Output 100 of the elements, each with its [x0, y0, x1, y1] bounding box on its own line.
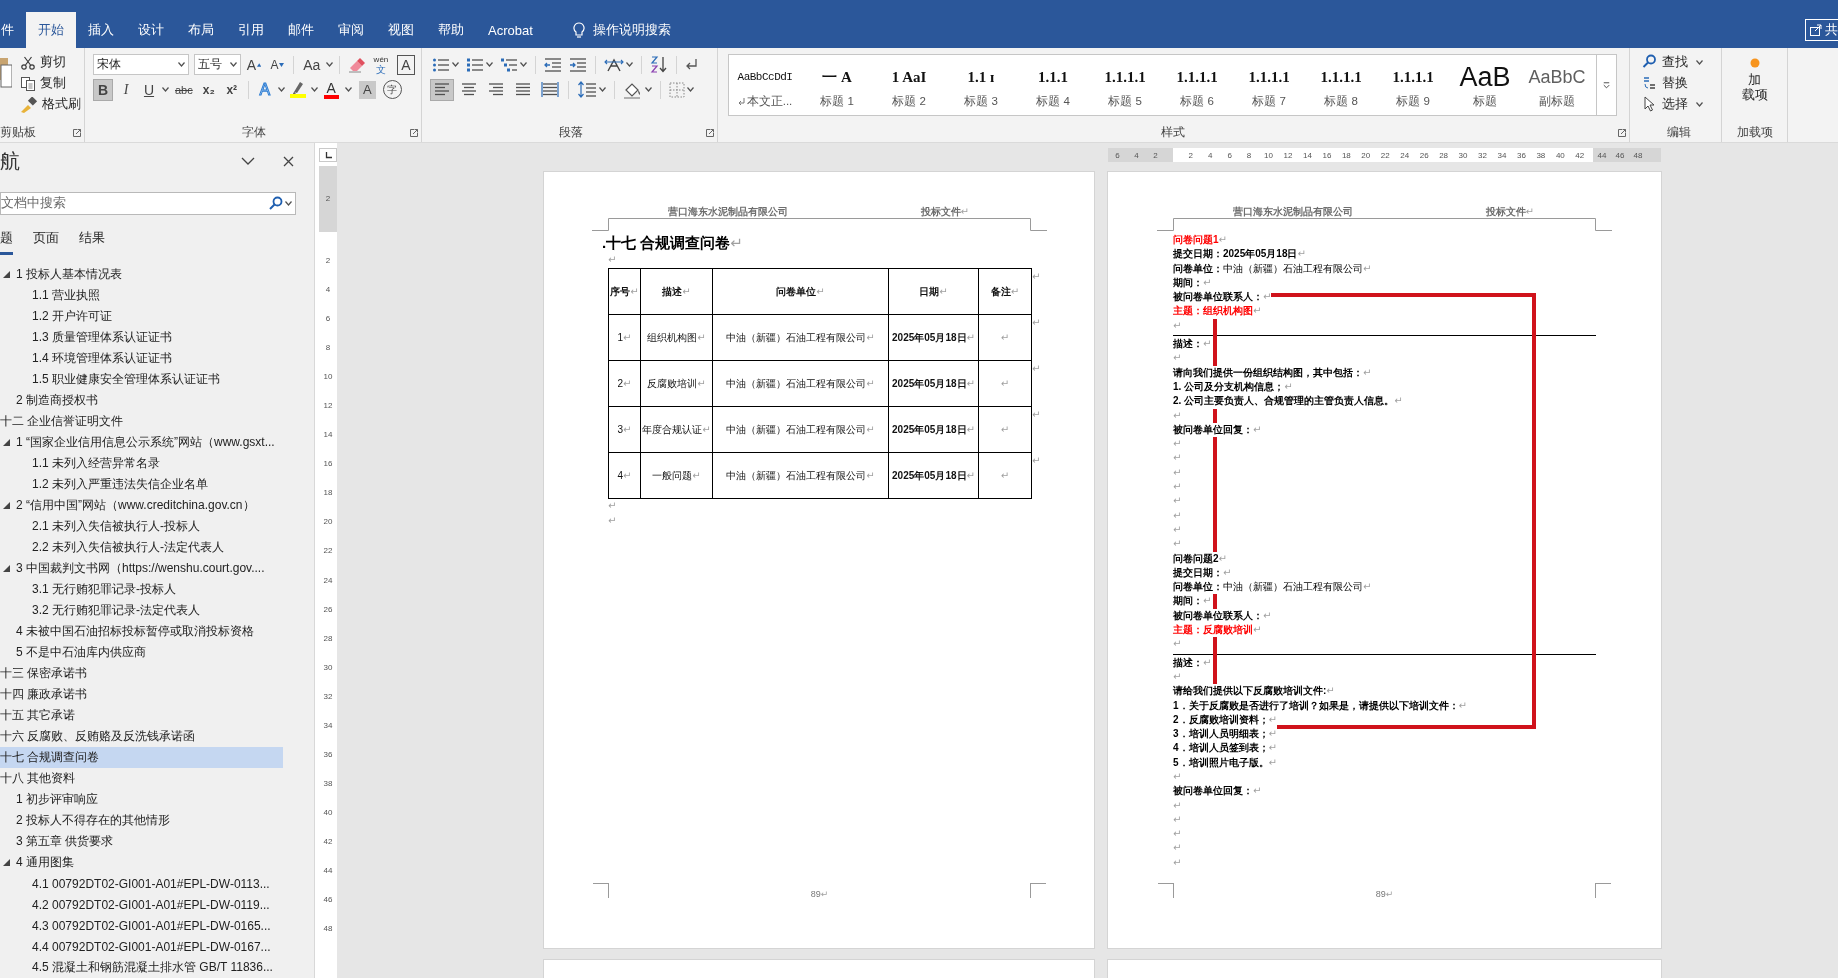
style-item[interactable]: 一 A 标题 1 [801, 55, 873, 115]
outline-item[interactable]: 2 投标人不得存在的其他情形 [0, 810, 283, 831]
ribbon-tab[interactable]: 视图 [376, 12, 426, 48]
superscript-button[interactable]: x² [221, 78, 242, 101]
outline-item[interactable]: 1.1 营业执照 [0, 285, 283, 306]
caret-icon[interactable] [178, 62, 186, 67]
outline-item[interactable]: 4 通用图集 [0, 852, 283, 873]
close-icon[interactable] [283, 156, 294, 168]
font-name-field[interactable]: 宋体 [93, 54, 190, 75]
subscript-button[interactable]: x₂ [198, 78, 219, 101]
text-arrows-icon[interactable] [604, 56, 624, 73]
style-item[interactable]: 1.1.1.1 标题 8 [1305, 55, 1377, 115]
ribbon-tab[interactable]: 插入 [76, 12, 126, 48]
outline-item[interactable]: 4.1 00792DT02-GI001-A01#EPL-DW-0113... [0, 873, 283, 894]
caret-icon[interactable] [452, 62, 459, 67]
ribbon-tab[interactable]: 设计 [126, 12, 176, 48]
find-button[interactable]: 查找 [1642, 52, 1715, 72]
dialog-launcher-icon[interactable] [73, 129, 81, 137]
outline-item[interactable]: 1.4 环境管理体系认证证书 [0, 348, 283, 369]
tell-me-search[interactable]: 操作说明搜索 [566, 12, 677, 48]
search-field[interactable]: 文档中搜索 [1, 196, 269, 211]
caret-icon[interactable] [626, 62, 633, 67]
character-border-button[interactable]: A [397, 54, 415, 75]
outline-item[interactable]: 4.2 00792DT02-GI001-A01#EPL-DW-0119... [0, 894, 283, 915]
outline-item[interactable]: 十六 反腐败、反贿赂及反洗钱承诺函 [0, 726, 283, 747]
style-item[interactable]: 1 AaI 标题 2 [873, 55, 945, 115]
outline-item[interactable]: 十四 廉政承诺书 [0, 684, 283, 705]
outline-item[interactable]: 4.3 00792DT02-GI001-A01#EPL-DW-0165... [0, 915, 283, 936]
caret-icon[interactable] [285, 200, 292, 206]
caret-icon[interactable] [687, 87, 694, 92]
outline-item[interactable]: 十七 合规调查问卷 [0, 747, 283, 768]
style-item[interactable]: AaBbC 副标题 [1521, 55, 1593, 115]
pane-tab[interactable]: 题 [0, 225, 13, 255]
bullet-list-icon[interactable] [432, 56, 450, 73]
outline-item[interactable]: 十三 保密承诺书 [0, 663, 283, 684]
bold-button[interactable]: B [93, 78, 113, 101]
eraser-icon[interactable] [347, 56, 366, 73]
strikethrough-button[interactable]: abc [172, 78, 196, 101]
search-icon[interactable] [269, 196, 283, 211]
outline-item[interactable]: 十五 其它承诺 [0, 705, 283, 726]
style-item[interactable]: 1.1.1.1 标题 9 [1377, 55, 1449, 115]
grow-font-button[interactable]: A [243, 53, 265, 76]
share-button[interactable]: 共 [1805, 19, 1838, 41]
caret-icon[interactable] [325, 62, 333, 67]
chevron-down-icon[interactable] [241, 157, 255, 167]
font-color-button[interactable]: A [320, 78, 342, 101]
caret-icon[interactable] [486, 62, 493, 67]
outline-item[interactable]: 十八 其他资料 [0, 768, 283, 789]
caret-icon[interactable] [645, 87, 652, 92]
triangle-icon[interactable] [3, 859, 10, 866]
outline-item[interactable]: 4.5 混凝土和钢筋混凝土排水管 GB/T 11836... [0, 957, 283, 978]
underline-button[interactable]: U [139, 78, 159, 101]
caret-icon[interactable] [277, 87, 285, 92]
outline-item[interactable]: 5 不是中石油库内供应商 [0, 642, 283, 663]
triangle-icon[interactable] [3, 565, 10, 572]
outline-item[interactable]: 1.1 未列入经营异常名录 [0, 453, 283, 474]
tab-selector[interactable] [319, 148, 337, 162]
outline-item[interactable]: 2.2 未列入失信被执行人-法定代表人 [0, 537, 283, 558]
change-case-button[interactable]: Aa [300, 53, 323, 76]
outline-item[interactable]: 1.5 职业健康安全管理体系认证证书 [0, 369, 283, 390]
clipboard-icon[interactable] [0, 56, 12, 88]
add-ins-button[interactable]: 加 载项 [1735, 52, 1774, 122]
outline-item[interactable]: 1 “国家企业信用信息公示系统”网站（www.gsxt... [0, 432, 283, 453]
dialog-launcher-icon[interactable] [410, 129, 418, 137]
outline-item[interactable]: 4 未被中国石油招标投标暂停或取消投标资格 [0, 621, 283, 642]
outline-item[interactable]: 1.2 开户许可证 [0, 306, 283, 327]
caret-icon[interactable] [599, 87, 606, 92]
return-arrow-icon[interactable] [685, 57, 699, 72]
caret-icon[interactable] [310, 87, 318, 92]
ribbon-tab[interactable]: 布局 [176, 12, 226, 48]
font-size-field[interactable]: 五号 [194, 54, 241, 75]
align-left-button[interactable] [430, 78, 454, 101]
pane-tab[interactable]: 页面 [33, 225, 59, 255]
copy-button[interactable]: 复制 [18, 73, 83, 94]
italic-button[interactable]: I [116, 78, 136, 101]
style-item[interactable]: 1.1.1.1 标题 5 [1089, 55, 1161, 115]
replace-button[interactable]: 替换 [1642, 73, 1715, 93]
select-button[interactable]: 选择 [1642, 94, 1715, 114]
style-item[interactable]: 1.1.1.1 标题 6 [1161, 55, 1233, 115]
search-bar[interactable]: 文档中搜索 [0, 191, 296, 215]
phonetic-guide-button[interactable]: wén 文 [370, 53, 391, 76]
ribbon-tab[interactable]: 邮件 [276, 12, 326, 48]
outline-item[interactable]: 3.1 无行贿犯罪记录-投标人 [0, 579, 283, 600]
outline-item[interactable]: 2 “信用中国”网站（www.creditchina.gov.cn） [0, 495, 283, 516]
numbered-list-icon[interactable] [466, 56, 484, 73]
ribbon-tab[interactable]: 开始 [26, 12, 76, 48]
caret-icon[interactable] [162, 87, 169, 92]
style-item[interactable]: AaBbCcDdI 本文正... [729, 55, 801, 115]
increase-indent-icon[interactable] [569, 56, 587, 73]
outline-item[interactable]: 十二 企业信誉证明文件 [0, 411, 283, 432]
ribbon-tab[interactable]: 引用 [226, 12, 276, 48]
caret-icon[interactable] [520, 62, 527, 67]
shrink-font-button[interactable]: A [267, 53, 288, 76]
ribbon-tab[interactable]: 帮助 [426, 12, 476, 48]
decrease-indent-icon[interactable] [544, 56, 562, 73]
ribbon-tab[interactable]: Acrobat [476, 12, 545, 48]
style-item[interactable]: 1.1 ɪ 标题 3 [945, 55, 1017, 115]
caret-icon[interactable] [229, 62, 237, 67]
dialog-launcher-icon[interactable] [706, 129, 714, 137]
caret-icon[interactable] [344, 87, 352, 92]
